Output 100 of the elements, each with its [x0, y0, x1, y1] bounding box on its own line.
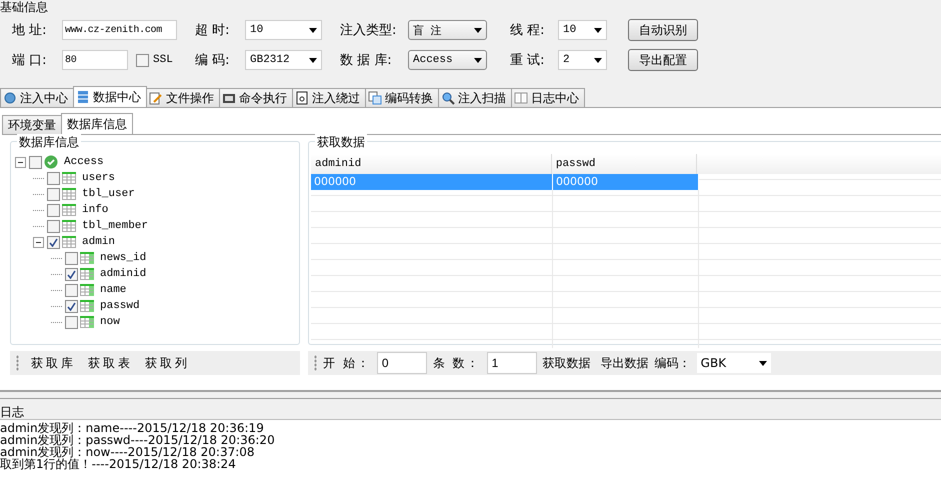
tree-item[interactable]: info [82, 204, 108, 216]
column-icon [80, 284, 94, 296]
action-button[interactable]: 自动识别 [628, 19, 698, 41]
tree-item[interactable]: now [100, 316, 120, 328]
pencil-icon [149, 91, 163, 105]
column-icon [80, 252, 94, 264]
checkbox[interactable] [47, 172, 60, 184]
checkbox[interactable] [29, 156, 42, 168]
collapse-toggle[interactable] [33, 236, 44, 248]
checkbox[interactable] [65, 252, 78, 264]
tab[interactable]: 注入扫描 [438, 88, 512, 107]
check-circle-icon [44, 155, 58, 169]
tab[interactable]: 注入中心 [0, 88, 74, 107]
log-line: admin发现列：name----2015/12/18 20:36:19 [0, 422, 265, 434]
database-icon [76, 90, 90, 104]
column-header[interactable]: adminid [311, 154, 552, 174]
log-line: admin发现列：passwd----2015/12/18 20:36:20 [0, 434, 276, 446]
checkbox[interactable] [47, 188, 60, 200]
checkbox[interactable] [47, 236, 60, 248]
caret-icon [474, 28, 482, 32]
dropdown[interactable]: 10 [245, 20, 322, 40]
terminal-icon [222, 91, 236, 105]
log-line: 取到第1行的值！----2015/12/18 20:38:24 [0, 458, 237, 470]
dropdown[interactable]: 盲 注 [408, 20, 487, 40]
checkbox[interactable] [65, 268, 78, 280]
toolbar-button[interactable]: 获取数据 [542, 354, 591, 372]
tab[interactable]: 编码转换 [365, 88, 439, 107]
dropdown[interactable]: 10 [558, 20, 607, 40]
caret-icon [594, 58, 602, 62]
input-field[interactable]: www.cz-zenith.com [62, 20, 177, 40]
field-label: 条 数： [432, 354, 481, 372]
checkbox[interactable] [65, 284, 78, 296]
toolbar-button[interactable]: 获取库 [31, 354, 76, 372]
table-icon [62, 172, 76, 184]
field-label: 端 口: [12, 52, 48, 69]
tab[interactable]: 环境变量 [2, 115, 62, 134]
toolbar-button[interactable]: 获取列 [145, 354, 190, 372]
field-label: 地 址: [12, 22, 48, 39]
field-label: 线 程: [510, 22, 546, 39]
dropdown[interactable]: Access [408, 50, 487, 70]
input-field[interactable]: 1 [486, 352, 537, 374]
book-icon [514, 91, 528, 105]
field-label: 注入类型: [340, 22, 398, 39]
group-title: 基础信息 [0, 0, 49, 14]
dropdown[interactable]: GBK [696, 353, 771, 373]
tab[interactable]: 注入绕过 [292, 88, 366, 107]
table-cell: 000000 [553, 174, 699, 190]
field-label: 编码： [654, 354, 691, 372]
action-button[interactable]: 导出配置 [628, 49, 698, 71]
tree-item[interactable]: Access [64, 156, 104, 168]
input-field[interactable]: 80 [62, 50, 128, 70]
toolbar-button[interactable]: 导出数据 [600, 354, 649, 372]
documents-icon [368, 91, 382, 105]
tree-item[interactable]: tbl_user [82, 188, 135, 200]
field-label: 数 据 库: [340, 52, 393, 69]
letter-icon [295, 91, 309, 105]
tab[interactable]: 日志中心 [511, 88, 585, 107]
tree-item[interactable]: news_id [100, 252, 146, 264]
group-title: 数据库信息 [17, 134, 81, 151]
search-icon [441, 91, 455, 105]
toolbar-button[interactable]: 获取表 [88, 354, 133, 372]
column-icon [80, 300, 94, 312]
caret-icon [594, 28, 602, 32]
caret-icon [474, 58, 482, 62]
table-icon [62, 188, 76, 200]
table-cell: 000000 [311, 174, 553, 190]
checkbox-label: SSL [153, 54, 173, 66]
tab[interactable]: 文件操作 [146, 88, 220, 107]
table-icon [62, 220, 76, 232]
tab[interactable]: 数据中心 [73, 86, 147, 107]
log-line: admin发现列：now----2015/12/18 20:37:08 [0, 446, 256, 458]
tab[interactable]: 数据库信息 [61, 113, 133, 134]
tree-item[interactable]: name [100, 284, 126, 296]
field-label: 编 码: [195, 52, 231, 69]
checkbox[interactable] [65, 300, 78, 312]
caret-icon [309, 28, 317, 32]
table-icon [62, 204, 76, 216]
tree-item[interactable]: passwd [100, 300, 140, 312]
column-icon [80, 316, 94, 328]
checkbox[interactable] [65, 316, 78, 328]
field-label: 重 试: [510, 52, 546, 69]
group-title: 获取数据 [315, 134, 367, 151]
checkbox[interactable] [47, 204, 60, 216]
input-field[interactable]: 0 [376, 352, 427, 374]
tree-item[interactable]: adminid [100, 268, 146, 280]
checkbox[interactable] [136, 54, 149, 66]
tree-item[interactable]: users [82, 172, 116, 184]
column-header[interactable]: passwd [552, 154, 698, 174]
caret-icon [309, 58, 317, 62]
dropdown[interactable]: 2 [558, 50, 607, 70]
field-label: 超 时: [195, 22, 231, 39]
group-title: 日志 [0, 405, 24, 419]
field-label: 开 始： [323, 354, 371, 372]
dropdown[interactable]: GB2312 [245, 50, 322, 70]
tree-item[interactable]: tbl_member [82, 220, 148, 232]
column-icon [80, 268, 94, 280]
checkbox[interactable] [47, 220, 60, 232]
tab[interactable]: 命令执行 [219, 88, 293, 107]
collapse-toggle[interactable] [15, 156, 26, 168]
tree-item[interactable]: admin [82, 236, 116, 248]
